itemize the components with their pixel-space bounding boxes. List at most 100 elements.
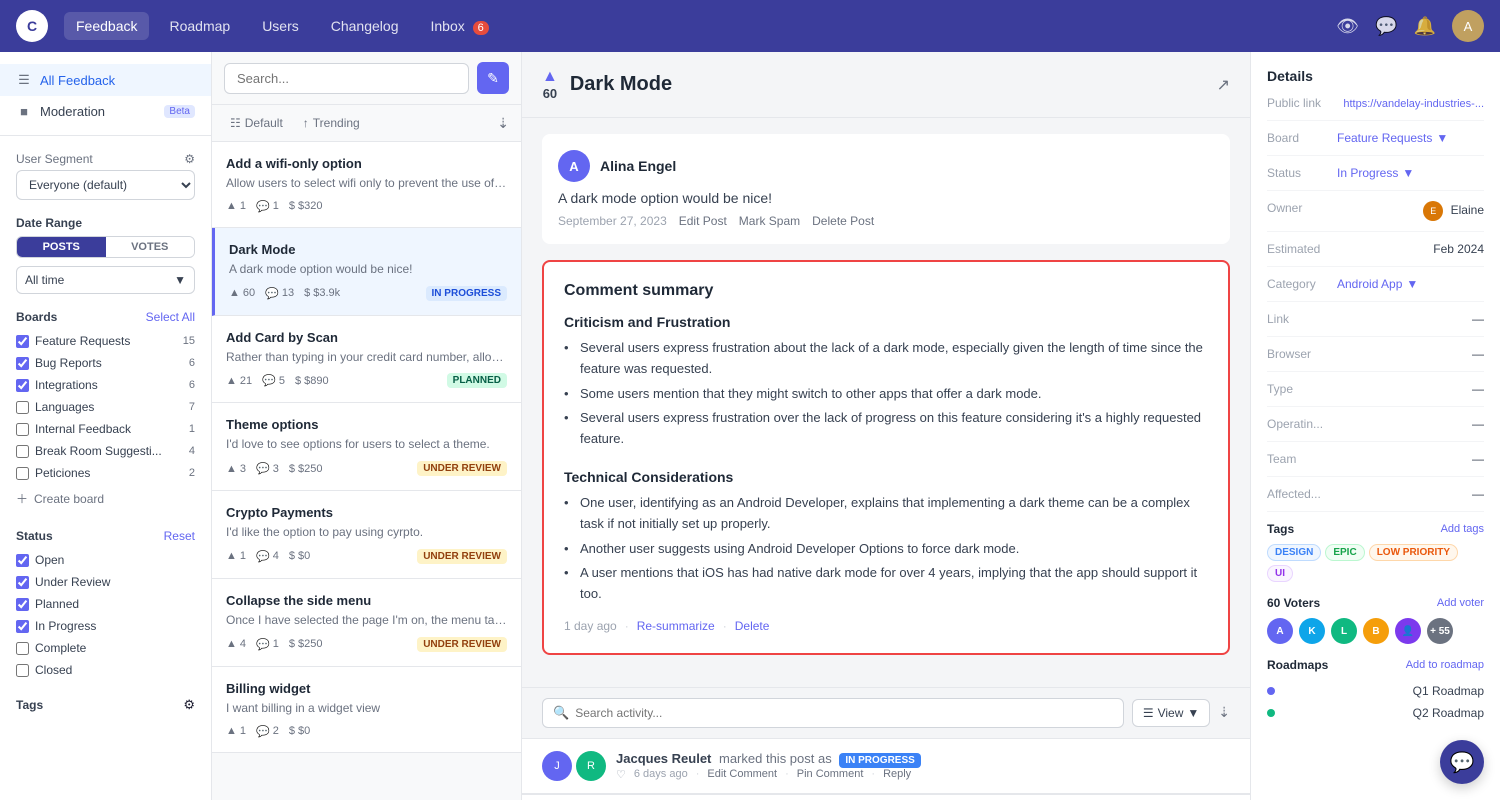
inbox-badge: 6 [473, 21, 489, 35]
date-range-select[interactable]: All time ▼ [16, 266, 195, 294]
filter-trending-button[interactable]: ↑ Trending [297, 113, 366, 133]
status-checkbox-under-review[interactable] [16, 576, 29, 589]
category-dropdown[interactable]: Android App ▼ [1337, 277, 1484, 291]
comment-icon[interactable]: 💬 [1375, 16, 1397, 37]
status-title: Status [16, 529, 53, 543]
roadmap-label: Q1 Roadmap [1413, 684, 1484, 698]
board-checkbox-bug-reports[interactable] [16, 357, 29, 370]
list-item[interactable]: Theme options I'd love to see options fo… [212, 403, 521, 491]
nav-changelog[interactable]: Changelog [319, 12, 411, 40]
sidebar-item-all-feedback[interactable]: ☰ All Feedback [0, 64, 211, 96]
expand-icon[interactable]: ↗ [1217, 75, 1230, 95]
tab-posts[interactable]: POSTS [17, 237, 106, 257]
status-badge: UNDER REVIEW [417, 637, 507, 652]
nav-roadmap[interactable]: Roadmap [157, 12, 242, 40]
tag-design[interactable]: DESIGN [1267, 544, 1321, 561]
eye-icon[interactable]: 👁 [1336, 16, 1359, 37]
operating-row: Operatin... — [1267, 417, 1484, 442]
add-tags-button[interactable]: Add tags [1441, 523, 1484, 535]
activity-view-button[interactable]: ☰ View ▼ [1132, 699, 1210, 727]
roadmap-item: Q2 Roadmap [1267, 702, 1484, 724]
nav-users[interactable]: Users [250, 12, 311, 40]
status-dropdown[interactable]: In Progress ▼ [1337, 166, 1484, 180]
status-checkbox-in-progress[interactable] [16, 620, 29, 633]
link-row: Link — [1267, 312, 1484, 337]
list-export-button[interactable]: ⇣ [497, 115, 509, 132]
mark-spam-button[interactable]: Mark Spam [739, 214, 800, 228]
re-summarize-button[interactable]: Re-summarize [637, 619, 715, 633]
nav-feedback[interactable]: Feedback [64, 12, 149, 40]
list-search-input[interactable] [224, 63, 469, 94]
bell-icon[interactable]: 🔔 [1414, 16, 1436, 37]
upvote-button[interactable]: ▲ [542, 68, 558, 86]
status-planned: Planned [16, 593, 195, 615]
status-checkbox-complete[interactable] [16, 642, 29, 655]
board-checkbox-break-room[interactable] [16, 445, 29, 458]
status-checkbox-planned[interactable] [16, 598, 29, 611]
list-item[interactable]: Add Card by Scan Rather than typing in y… [212, 316, 521, 404]
tags-gear-icon[interactable]: ⚙ [183, 697, 195, 713]
nav-inbox[interactable]: Inbox 6 [418, 12, 500, 40]
reply-button[interactable]: Reply [883, 768, 911, 781]
board-checkbox-languages[interactable] [16, 401, 29, 414]
board-checkbox-peticiones[interactable] [16, 467, 29, 480]
compose-button[interactable]: ✎ [477, 62, 509, 94]
status-checkbox-closed[interactable] [16, 664, 29, 677]
chat-button[interactable]: 💬 [1440, 740, 1484, 784]
topnav-right: 👁 💬 🔔 A [1336, 10, 1484, 42]
owner-avatar: E [1423, 201, 1443, 221]
app-logo[interactable]: C [16, 10, 48, 42]
edit-comment-button[interactable]: Edit Comment [707, 768, 777, 781]
plus-icon: ＋ [16, 490, 28, 507]
user-avatar[interactable]: A [1452, 10, 1484, 42]
board-checkbox-feature-requests[interactable] [16, 335, 29, 348]
list-item-title: Dark Mode [229, 242, 507, 257]
detail-post: A Alina Engel A dark mode option would b… [542, 134, 1230, 244]
list-item[interactable]: Collapse the side menu Once I have selec… [212, 579, 521, 667]
activity-export-button[interactable]: ⇣ [1218, 704, 1230, 721]
comments: 💬 5 [262, 374, 285, 387]
board-checkbox-integrations[interactable] [16, 379, 29, 392]
pin-comment-button[interactable]: Pin Comment [797, 768, 864, 781]
create-board-button[interactable]: ＋ Create board [16, 484, 195, 513]
detail-title: Dark Mode [570, 73, 672, 96]
activity-item: J R Jacques Reulet marked this post as I… [522, 739, 1250, 794]
gear-icon[interactable]: ⚙ [184, 152, 195, 166]
heart-icon[interactable]: ♡ [616, 768, 626, 781]
status-checkbox-open[interactable] [16, 554, 29, 567]
user-segment-select[interactable]: Everyone (default) [16, 170, 195, 200]
list-item-meta: ▲ 1 💬 1 $ $320 [226, 200, 507, 213]
boards-select-all[interactable]: Select All [146, 310, 195, 324]
bullet: Several users express frustration over t… [564, 408, 1208, 450]
list-icon: ☰ [16, 72, 32, 88]
list-item[interactable]: Dark Mode A dark mode option would be ni… [212, 228, 521, 316]
status-row: Status In Progress ▼ [1267, 166, 1484, 191]
bullet: One user, identifying as an Android Deve… [564, 493, 1208, 535]
tag-epic[interactable]: EPIC [1325, 544, 1364, 561]
public-link[interactable]: https://vandelay-industries-... [1343, 98, 1484, 110]
delete-summary-button[interactable]: Delete [735, 619, 770, 633]
edit-post-button[interactable]: Edit Post [679, 214, 727, 228]
tab-votes[interactable]: VOTES [106, 237, 195, 257]
delete-post-button[interactable]: Delete Post [812, 214, 874, 228]
board-dropdown[interactable]: Feature Requests ▼ [1337, 131, 1484, 145]
tag-low-priority[interactable]: LOW PRIORITY [1369, 544, 1458, 561]
filter-default-button[interactable]: ☷ Default [224, 113, 289, 133]
add-to-roadmap-button[interactable]: Add to roadmap [1406, 659, 1484, 671]
list-item[interactable]: Add a wifi-only option Allow users to se… [212, 142, 521, 228]
add-voter-button[interactable]: Add voter [1437, 597, 1484, 609]
list-item[interactable]: Billing widget I want billing in a widge… [212, 667, 521, 753]
date-range-section: Date Range POSTS VOTES All time ▼ [0, 208, 211, 302]
list-item-meta: ▲ 1 💬 2 $ $0 [226, 725, 507, 738]
revenue: $ $0 [289, 550, 310, 562]
list-item[interactable]: Crypto Payments I'd like the option to p… [212, 491, 521, 579]
votes: ▲ 1 [226, 725, 246, 737]
board-checkbox-internal-feedback[interactable] [16, 423, 29, 436]
voter-l: L [1331, 618, 1357, 644]
activity-search-input[interactable] [575, 706, 1113, 720]
sidebar-item-moderation[interactable]: ■ Moderation Beta [0, 96, 211, 127]
status-reset-button[interactable]: Reset [164, 529, 195, 543]
status-in-progress: In Progress [16, 615, 195, 637]
list-item-title: Collapse the side menu [226, 593, 507, 608]
tag-ui[interactable]: UI [1267, 565, 1293, 582]
